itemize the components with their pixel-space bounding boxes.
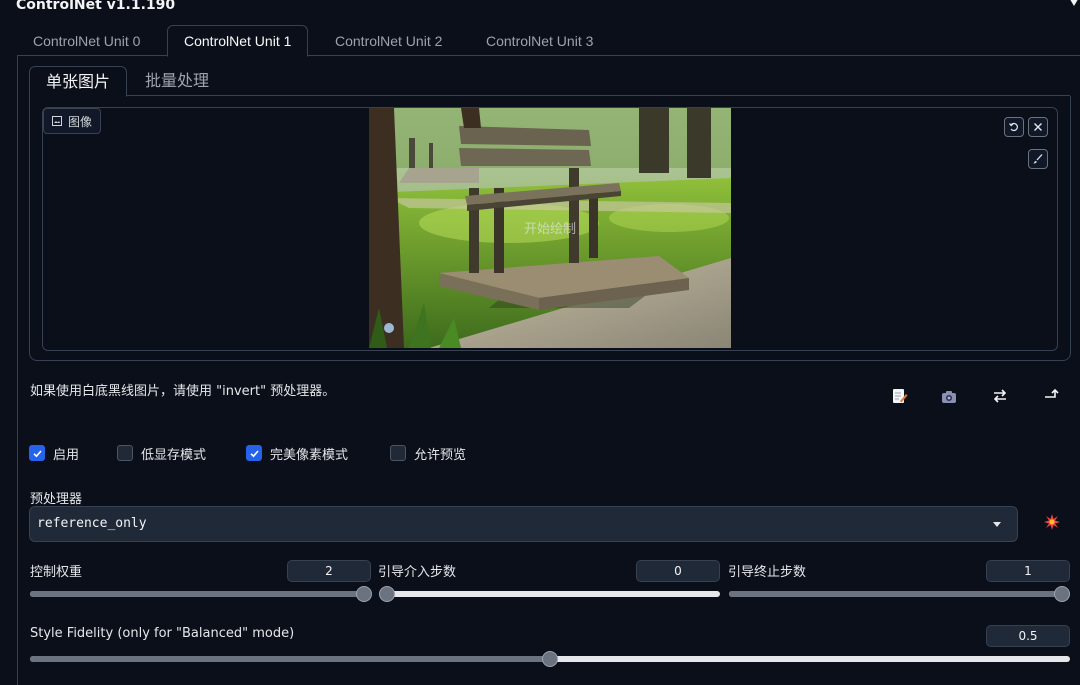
check-icon bbox=[249, 449, 259, 457]
control-weight-input[interactable]: 2 bbox=[287, 560, 371, 582]
tab-controlnet-unit-0[interactable]: ControlNet Unit 0 bbox=[17, 26, 156, 56]
allow-preview-checkbox-box[interactable] bbox=[390, 445, 406, 461]
send-dimensions-button[interactable] bbox=[1041, 384, 1063, 406]
image-icon bbox=[52, 116, 62, 126]
new-canvas-button[interactable] bbox=[888, 385, 910, 407]
pixel-perfect-checkbox[interactable]: 完美像素模式 bbox=[246, 443, 348, 463]
swap-arrows-icon bbox=[993, 389, 1007, 403]
slider-thumb[interactable] bbox=[542, 651, 558, 667]
guidance-start-label: 引导介入步数 bbox=[378, 565, 457, 580]
canvas-hint-text: 开始绘制 bbox=[523, 222, 576, 237]
slider-thumb[interactable] bbox=[379, 586, 395, 602]
control-weight-label: 控制权重 bbox=[30, 565, 83, 580]
tab-controlnet-unit-2[interactable]: ControlNet Unit 2 bbox=[319, 26, 458, 56]
style-fidelity-label: Style Fidelity (only for "Balanced" mode… bbox=[30, 626, 295, 641]
collapse-triangle-icon[interactable] bbox=[1068, 0, 1080, 6]
guidance-end-label: 引导终止步数 bbox=[728, 565, 807, 580]
style-fidelity-slider[interactable] bbox=[30, 651, 1070, 667]
mirror-webcam-button[interactable] bbox=[989, 385, 1011, 407]
pixel-perfect-checkbox-box[interactable] bbox=[246, 445, 262, 461]
tab-controlnet-unit-1[interactable]: ControlNet Unit 1 bbox=[167, 25, 309, 57]
image-label: 图像 bbox=[43, 108, 102, 134]
undo-icon bbox=[1009, 122, 1018, 132]
guidance-start-input[interactable]: 0 bbox=[636, 560, 720, 582]
guidance-end-slider[interactable] bbox=[729, 586, 1070, 602]
slider-fill bbox=[729, 591, 1070, 597]
slider-thumb[interactable] bbox=[356, 586, 372, 602]
slider-fill bbox=[30, 591, 371, 597]
controlnet-title[interactable]: ControlNet v1.1.190 bbox=[16, 0, 175, 15]
enable-checkbox[interactable]: 启用 bbox=[29, 443, 79, 463]
slider-fill bbox=[30, 656, 550, 662]
camera-icon bbox=[942, 391, 956, 403]
upload-arrow-icon bbox=[1045, 388, 1059, 398]
tab-controlnet-unit-3[interactable]: ControlNet Unit 3 bbox=[470, 26, 609, 56]
webcam-button[interactable] bbox=[938, 386, 960, 408]
enable-label: 启用 bbox=[53, 447, 80, 463]
preprocessor-select[interactable]: reference_only bbox=[29, 506, 1018, 542]
close-icon bbox=[1034, 123, 1042, 131]
chevron-down-icon[interactable] bbox=[993, 522, 1001, 527]
image-label-text: 图像 bbox=[68, 114, 93, 129]
brush-button[interactable] bbox=[1028, 149, 1048, 169]
invert-hint-text: 如果使用白底黑线图片，请使用 "invert" 预处理器。 bbox=[30, 384, 336, 399]
style-fidelity-input[interactable]: 0.5 bbox=[986, 625, 1070, 647]
enable-checkbox-box[interactable] bbox=[29, 445, 45, 461]
preprocessor-label: 预处理器 bbox=[30, 492, 83, 507]
tab-single-image[interactable]: 单张图片 bbox=[29, 66, 128, 97]
low-vram-label: 低显存模式 bbox=[141, 447, 207, 463]
guidance-start-slider[interactable] bbox=[379, 586, 720, 602]
allow-preview-label: 允许预览 bbox=[414, 447, 467, 463]
control-weight-slider[interactable] bbox=[30, 586, 372, 602]
run-preprocessor-button[interactable] bbox=[1041, 511, 1063, 533]
clear-button[interactable] bbox=[1028, 117, 1048, 137]
pixel-perfect-label: 完美像素模式 bbox=[270, 447, 349, 463]
check-icon bbox=[32, 449, 42, 457]
slider-thumb[interactable] bbox=[1054, 586, 1070, 602]
memo-icon bbox=[893, 389, 908, 403]
allow-preview-checkbox[interactable]: 允许预览 bbox=[390, 443, 466, 463]
explosion-icon bbox=[1044, 514, 1060, 530]
guidance-end-input[interactable]: 1 bbox=[986, 560, 1070, 582]
low-vram-checkbox[interactable]: 低显存模式 bbox=[117, 443, 206, 463]
tab-batch[interactable]: 批量处理 bbox=[129, 66, 225, 95]
brush-icon bbox=[1033, 154, 1043, 164]
low-vram-checkbox-box[interactable] bbox=[117, 445, 133, 461]
undo-button[interactable] bbox=[1004, 117, 1024, 137]
